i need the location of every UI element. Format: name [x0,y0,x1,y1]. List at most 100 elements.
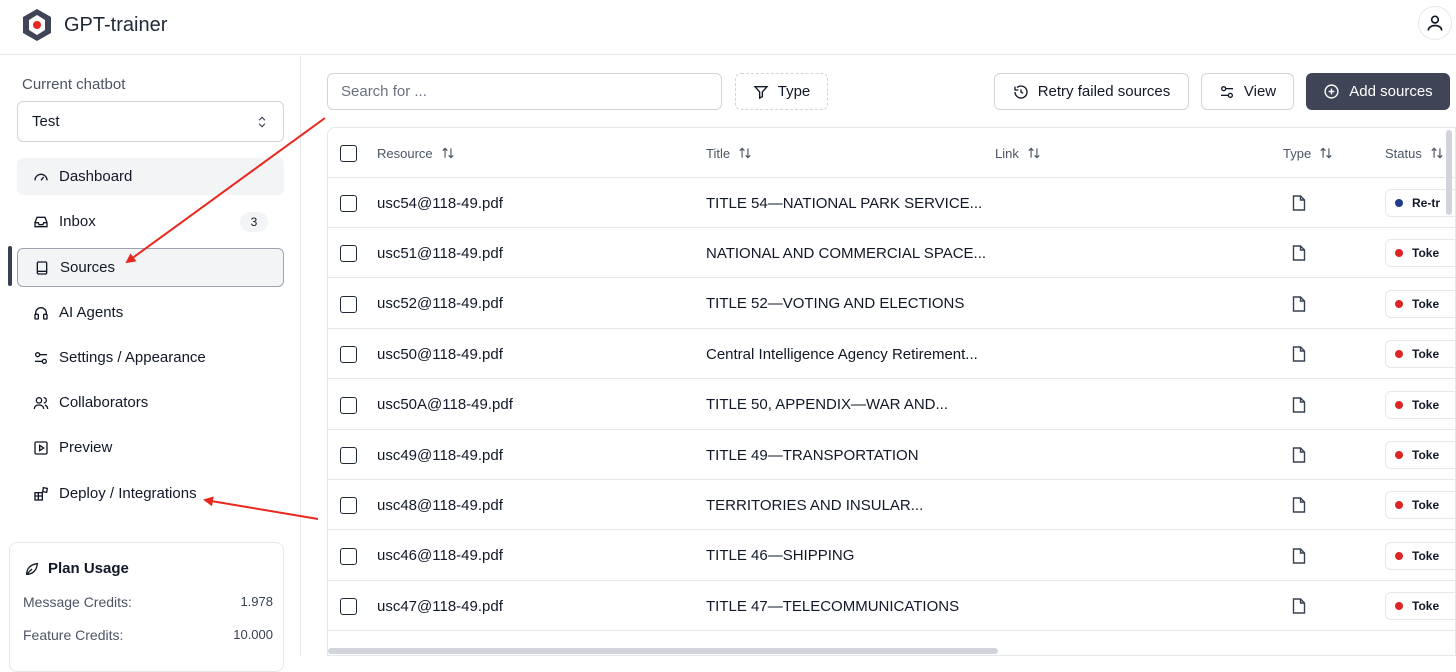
row-checkbox[interactable] [340,547,357,565]
retry-label: Retry failed sources [1037,83,1171,100]
title-cell: TITLE 47—TELECOMMUNICATIONS [706,597,960,615]
view-options-button[interactable]: View [1201,73,1294,110]
column-label: Status [1385,145,1422,161]
title-cell: NATIONAL AND COMMERCIAL SPACE... [706,244,987,262]
column-header-type[interactable]: Type [1283,128,1333,178]
status-label: Toke [1412,347,1440,362]
select-all-checkbox[interactable] [340,145,357,162]
file-icon [1292,497,1306,514]
table-row[interactable]: usc52@118-49.pdf TITLE 52—VOTING AND ELEC… [328,279,1455,329]
table-row[interactable]: usc51@118-49.pdf NATIONAL AND COMMERCIAL … [328,228,1455,279]
title-cell: TITLE 46—SHIPPING [706,547,855,565]
message-credits-value: 1.978 [240,594,273,609]
headphones-icon [34,306,48,320]
table-row[interactable]: usc50@118-49.pdf Central Intelligence Age… [328,329,1455,380]
table-row[interactable]: usc47@118-49.pdf TITLE 47—TELECOMMUNICATI… [328,581,1455,632]
table-row[interactable]: usc46@118-49.pdf TITLE 46—SHIPPING Toke [328,531,1455,581]
status-badge[interactable]: Toke [1385,239,1455,268]
sidebar-item-ai-agents[interactable]: AI Agents [17,294,284,331]
sidebar-item-preview[interactable]: Preview [17,429,284,466]
history-icon [1014,84,1028,99]
status-dot [1395,451,1403,459]
table-row[interactable]: usc54@118-49.pdf TITLE 54—NATIONAL PARK S… [328,178,1455,228]
sidebar-item-label: Collaborators [59,394,149,411]
chevron-up-down-icon [258,116,266,127]
chatbot-select[interactable]: Test [17,101,284,142]
sidebar-item-label: Sources [60,259,116,276]
search-input[interactable] [327,73,722,110]
title-cell: TITLE 52—VOTING AND ELECTIONS [706,295,965,313]
status-badge[interactable]: Toke [1385,289,1455,318]
status-label: Toke [1412,448,1440,462]
vertical-scrollbar[interactable] [1446,130,1452,215]
row-checkbox[interactable] [340,447,357,464]
row-checkbox[interactable] [340,598,357,616]
gpt-trainer-logo-icon[interactable] [20,8,54,42]
sidebar-item-sources[interactable]: Sources [17,248,284,287]
sidebar-item-dashboard[interactable]: Dashboard [17,158,284,195]
file-icon [1292,195,1306,211]
add-sources-button[interactable]: Add sources [1306,73,1450,110]
status-badge[interactable]: Toke [1385,491,1455,520]
status-dot [1395,199,1403,207]
row-checkbox[interactable] [340,497,357,515]
sliders-icon [1220,85,1233,98]
file-icon [1292,447,1306,463]
plan-usage-title: Plan Usage [48,560,129,577]
row-checkbox[interactable] [340,245,357,263]
type-cell [1288,581,1310,631]
plan-usage-card: Plan Usage Message Credits: 1.978 Featur… [9,542,284,672]
column-header-link[interactable]: Link [995,128,1041,178]
row-checkbox[interactable] [340,295,357,313]
sidebar-item-label: Inbox [59,213,96,230]
sidebar-item-settings[interactable]: Settings / Appearance [17,339,284,376]
status-badge[interactable]: Toke [1385,340,1455,369]
user-profile-button[interactable] [1418,6,1452,40]
column-header-resource[interactable]: Resource [377,128,455,178]
row-checkbox[interactable] [340,195,357,212]
table-row[interactable]: usc49@118-49.pdf TITLE 49—TRANSPORTATION T… [328,430,1455,480]
sort-icon [739,147,751,159]
status-badge[interactable]: Toke [1385,592,1455,621]
table-row[interactable]: usc48@118-49.pdf TERRITORIES AND INSULAR.… [328,480,1455,531]
row-checkbox[interactable] [340,346,357,364]
resource-cell: usc46@118-49.pdf [377,547,503,565]
status-badge[interactable]: Toke [1385,541,1455,570]
blocks-icon [34,486,49,501]
file-icon [1292,598,1306,614]
sidebar-item-deploy[interactable]: Deploy / Integrations [17,475,284,512]
file-icon [1292,346,1306,362]
retry-failed-sources-button[interactable]: Retry failed sources [994,73,1189,110]
resource-cell: usc50A@118-49.pdf [377,396,513,414]
status-badge[interactable]: Toke [1385,441,1455,469]
current-chatbot-label: Current chatbot [22,76,126,93]
column-label: Title [706,145,731,161]
sidebar-item-collaborators[interactable]: Collaborators [17,384,284,421]
column-header-title[interactable]: Title [706,128,752,178]
type-filter-button[interactable]: Type [735,73,828,110]
sources-table: Resource Title Link Type Status usc54@11… [327,127,1456,656]
status-label: Toke [1412,246,1440,261]
sidebar-item-inbox[interactable]: Inbox 3 [17,203,284,240]
top-bar: GPT-trainer [0,0,1456,55]
status-dot [1395,350,1403,359]
feature-credits-value: 10.000 [233,627,273,642]
file-icon [1292,396,1306,413]
table-row[interactable]: usc50A@118-49.pdf TITLE 50, APPENDIX—WAR … [328,380,1455,430]
status-dot [1395,501,1403,510]
horizontal-scrollbar[interactable] [328,648,998,654]
resource-cell: usc47@118-49.pdf [377,597,503,615]
chatbot-select-value: Test [32,113,60,130]
status-badge[interactable]: Toke [1385,390,1455,419]
sort-icon [441,147,454,159]
sort-icon [1320,147,1332,159]
column-header-status[interactable]: Status [1385,128,1444,178]
sidebar: Current chatbot Test Dashboard Inbox 3 S… [0,56,301,672]
status-label: Toke [1412,397,1440,412]
sort-icon [1431,147,1443,159]
inbox-icon [34,216,48,227]
title-cell: TITLE 54—NATIONAL PARK SERVICE... [706,194,983,212]
row-checkbox[interactable] [340,396,357,414]
type-cell [1288,380,1310,430]
message-credits-row: Message Credits: 1.978 [23,594,273,610]
